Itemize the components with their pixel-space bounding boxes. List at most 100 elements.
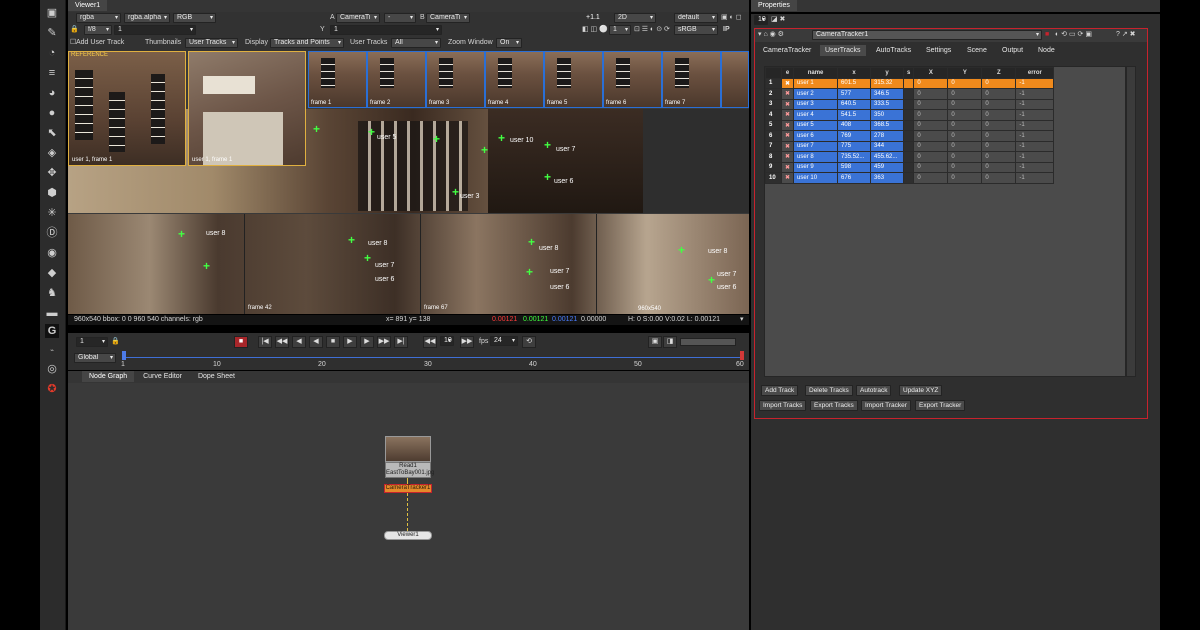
track-row[interactable]: 4 ✖ user 4 541.5 350 0 0 0 -1	[765, 109, 1055, 121]
strip-frame-3[interactable]: frame 3	[426, 51, 485, 108]
track-marker[interactable]: +	[364, 252, 371, 264]
read-node[interactable]: Read1 EastToBay001.jpg	[385, 462, 434, 478]
track-x[interactable]: 408	[837, 119, 872, 131]
track-y[interactable]: 333.5	[870, 98, 905, 110]
row-number[interactable]: 2	[765, 88, 782, 100]
solve-toggle[interactable]	[903, 140, 915, 152]
track-marker[interactable]: +	[433, 133, 440, 145]
strip-frame-partial[interactable]	[721, 51, 749, 108]
track-marker[interactable]: +	[544, 171, 551, 183]
autotrack-button[interactable]: Autotrack	[856, 385, 892, 396]
track-Y[interactable]: 0	[947, 109, 983, 121]
track-marker[interactable]: +	[498, 132, 505, 144]
prev-key-button[interactable]: ◀◀	[275, 336, 289, 348]
track-X[interactable]: 0	[913, 119, 949, 131]
track-row[interactable]: 3 ✖ user 3 640.5 333.5 0 0 0 -1	[765, 98, 1055, 110]
filter-icon[interactable]: ●	[45, 106, 59, 120]
flipbook-button[interactable]: ▣	[648, 336, 662, 348]
track-Z[interactable]: 0	[981, 130, 1017, 142]
solve-toggle[interactable]	[903, 119, 915, 131]
track-marker[interactable]: +	[313, 123, 320, 135]
row-number[interactable]: 8	[765, 151, 782, 163]
merge-icon[interactable]: ◈	[45, 146, 59, 160]
strip-frame-1[interactable]: frame 1	[308, 51, 367, 108]
track-X[interactable]: 0	[913, 161, 949, 173]
track-row[interactable]: 10 ✖ user 10 676 363 0 0 0 -1	[765, 172, 1055, 184]
tab-usertracks[interactable]: UserTracks	[820, 45, 866, 56]
row-number[interactable]: 9	[765, 161, 782, 173]
zoom-window-select[interactable]: On	[496, 38, 522, 48]
track-X[interactable]: 0	[913, 151, 949, 163]
track-Y[interactable]: 0	[947, 161, 983, 173]
track-x[interactable]: 735.52...	[837, 151, 872, 163]
lut-select[interactable]: default	[674, 13, 718, 23]
export-tracker-button[interactable]: Export Tracker	[915, 400, 966, 411]
track-error[interactable]: -1	[1015, 151, 1055, 163]
alpha-select[interactable]: rgba.alpha	[124, 13, 170, 23]
track-Z[interactable]: 0	[981, 140, 1017, 152]
track-marker[interactable]: +	[528, 236, 535, 248]
read-node-thumbnail[interactable]	[385, 436, 431, 462]
step-input[interactable]: 10	[440, 336, 454, 346]
track-row[interactable]: 6 ✖ user 6 769 278 0 0 0 -1	[765, 130, 1055, 142]
tab-curve-editor[interactable]: Curve Editor	[136, 371, 189, 382]
particles-icon[interactable]: ✳	[45, 206, 59, 220]
strip-frame-7[interactable]: frame 7	[662, 51, 721, 108]
play-back-button[interactable]: ◀	[309, 336, 323, 348]
track-x[interactable]: 769	[837, 130, 872, 142]
views-icon[interactable]: ◉	[45, 246, 59, 260]
track-marker[interactable]: +	[481, 144, 488, 156]
track-marker[interactable]: +	[526, 266, 533, 278]
track-Y[interactable]: 0	[947, 88, 983, 100]
playback-range-bar[interactable]	[680, 338, 736, 346]
enable-toggle[interactable]: ✖	[780, 88, 795, 100]
srgb-select[interactable]: sRGB	[674, 25, 718, 35]
solve-toggle[interactable]	[903, 109, 915, 121]
track-error[interactable]: -1	[1015, 130, 1055, 142]
track-Y[interactable]: 0	[947, 130, 983, 142]
row-number[interactable]: 10	[765, 172, 782, 184]
track-Z[interactable]: 0	[981, 172, 1017, 184]
color-icon[interactable]: ◕	[45, 86, 59, 100]
gain-value[interactable]: +1.1	[586, 13, 600, 23]
record-button[interactable]: ■	[234, 336, 248, 348]
enable-toggle[interactable]: ✖	[780, 109, 795, 121]
track-name[interactable]: user 10	[793, 172, 839, 184]
proxy-icons[interactable]: ◧ ◫ ⚪	[582, 25, 608, 35]
composite-select[interactable]: -	[384, 13, 416, 23]
track-row[interactable]: 7 ✖ user 7 775 344 0 0 0 -1	[765, 140, 1055, 152]
display-icons[interactable]: ▣ ◐ ◻	[721, 13, 742, 23]
delete-tracks-button[interactable]: Delete Tracks	[805, 385, 853, 396]
track-y[interactable]: 350	[870, 109, 905, 121]
viewer-canvas[interactable]: REFERENCE user 1, frame 1 user 1, frame …	[68, 51, 749, 314]
track-x[interactable]: 640.5	[837, 98, 872, 110]
export-tracks-button[interactable]: Export Tracks	[810, 400, 858, 411]
track-x[interactable]: 676	[837, 172, 872, 184]
track-y[interactable]: 346.5	[870, 88, 905, 100]
track-name[interactable]: user 4	[793, 109, 839, 121]
track-error[interactable]: -1	[1015, 161, 1055, 173]
track-x[interactable]: 775	[837, 140, 872, 152]
enable-toggle[interactable]: ✖	[780, 172, 795, 184]
solve-toggle[interactable]	[903, 88, 915, 100]
track-y[interactable]: 363	[870, 172, 905, 184]
track-error[interactable]: -1	[1015, 140, 1055, 152]
view-mode-select[interactable]: 2D	[614, 13, 656, 23]
track-row[interactable]: 8 ✖ user 8 735.52... 455.62... 0 0 0 -1	[765, 151, 1055, 163]
track-name[interactable]: user 8	[793, 151, 839, 163]
track-marker[interactable]: +	[348, 234, 355, 246]
row-number[interactable]: 4	[765, 109, 782, 121]
gizmo-icon[interactable]: G	[45, 324, 59, 338]
track-error[interactable]: -1	[1015, 109, 1055, 121]
timeline-playhead[interactable]	[122, 351, 126, 360]
track-X[interactable]: 0	[913, 172, 949, 184]
track-Y[interactable]: 0	[947, 98, 983, 110]
image-icon[interactable]: ▣	[45, 6, 59, 20]
track-Z[interactable]: 0	[981, 98, 1017, 110]
downrez-select[interactable]: 1	[609, 25, 631, 35]
next-key-button[interactable]: ▶▶	[377, 336, 391, 348]
track-Z[interactable]: 0	[981, 109, 1017, 121]
nukex-icon[interactable]: ✪	[45, 382, 59, 396]
skip-back-button[interactable]: ◀◀	[423, 336, 437, 348]
track-y[interactable]: 459	[870, 161, 905, 173]
